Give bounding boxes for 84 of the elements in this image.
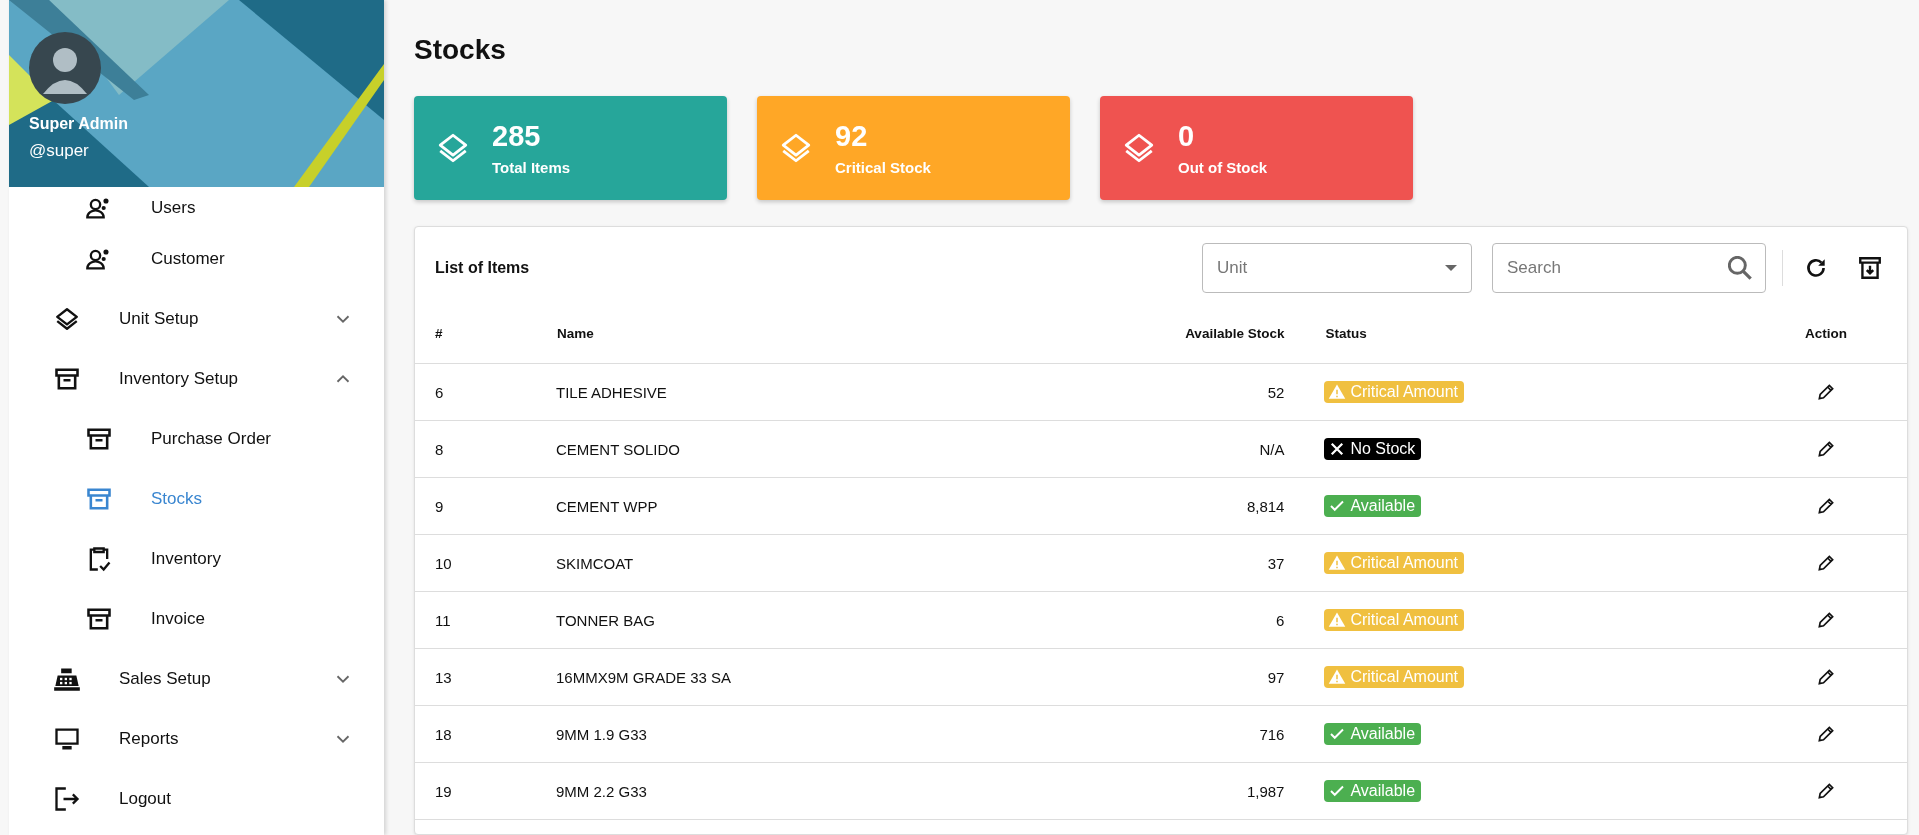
pencil-icon (1816, 609, 1836, 630)
table-cell: 37 (1267, 554, 1285, 572)
layers-icon (436, 131, 470, 165)
search-field[interactable]: Search (1492, 243, 1766, 293)
status-badge: No Stock (1324, 437, 1422, 460)
table-cell: 9 (435, 497, 444, 515)
sidebar-item[interactable]: Purchase Order (9, 409, 384, 469)
pencil-icon (1816, 495, 1836, 516)
table-cell: SKIMCOAT (556, 554, 634, 572)
warning-icon (1328, 610, 1347, 629)
card-value: 285 (492, 120, 542, 153)
table-cell: 13 (435, 668, 452, 686)
sidebar-item[interactable]: Users (9, 187, 384, 229)
table-cell: 6 (435, 383, 444, 401)
table-cell: 11 (435, 611, 451, 629)
table-cell: 9MM 2.2 G33 (556, 782, 647, 800)
card-label: Total Items (492, 159, 571, 176)
status-badge: Critical Amount (1324, 665, 1464, 688)
status-badge: Available (1324, 494, 1422, 517)
pencil-icon (1816, 438, 1836, 459)
pencil-icon (1816, 780, 1836, 801)
card-label: Critical Stock (835, 159, 931, 176)
table-cell: 8,814 (1246, 497, 1285, 515)
column-header: # (435, 325, 443, 341)
table-cell: 6 (1276, 611, 1285, 629)
page-title: Stocks (414, 34, 507, 66)
status-badge: Critical Amount (1324, 608, 1464, 631)
card-value: 92 (835, 120, 869, 153)
warning-icon (1328, 553, 1347, 572)
card-label: Out of Stock (1178, 159, 1268, 176)
sidebar-item[interactable]: Invoice (9, 589, 384, 649)
archive-box-icon (53, 365, 81, 393)
table-cell: 716 (1259, 725, 1285, 743)
archive-box-icon (85, 605, 113, 633)
card-value: 0 (1178, 120, 1196, 153)
logout-icon (53, 785, 81, 813)
pencil-icon (1816, 666, 1836, 687)
sidebar-item[interactable]: Stocks (9, 469, 384, 529)
table-cell: 1,987 (1246, 782, 1285, 800)
search-icon (1728, 256, 1752, 280)
dropdown-caret-icon (1445, 265, 1457, 271)
sidebar-item[interactable]: Logout (9, 769, 384, 829)
profile-name: Super Admin (29, 115, 129, 133)
table-cell: 9MM 1.9 G33 (556, 725, 647, 743)
table-cell: N/A (1259, 440, 1285, 458)
pencil-icon (1816, 381, 1836, 402)
archive-download-icon (1857, 255, 1883, 281)
sidebar-item[interactable]: Unit Setup (9, 289, 384, 349)
table-cell: 10 (435, 554, 452, 572)
table-cell: CEMENT WPP (556, 497, 658, 515)
table-cell: 19 (435, 782, 452, 800)
status-badge: Critical Amount (1324, 551, 1464, 574)
column-header: Name (557, 325, 594, 341)
unit-select[interactable]: Unit (1202, 243, 1472, 293)
layers-icon (1122, 131, 1156, 165)
warning-icon (1328, 382, 1347, 401)
table-cell: 8 (435, 440, 444, 458)
sidebar-item[interactable]: Inventory Setup (9, 349, 384, 409)
sidebar-item[interactable]: Sales Setup (9, 649, 384, 709)
table-cell: 18 (435, 725, 452, 743)
table-cell: 52 (1267, 383, 1285, 401)
table-cell: 97 (1267, 668, 1285, 686)
table-cell: 16MMX9M GRADE 33 SA (556, 668, 732, 686)
table-cell: TILE ADHESIVE (556, 383, 667, 401)
status-badge: Available (1324, 722, 1422, 745)
sidebar-item[interactable]: Inventory (9, 529, 384, 589)
column-header: Status (1325, 325, 1367, 341)
profile-handle: @super (29, 141, 90, 161)
archive-box-icon (85, 485, 113, 513)
table-cell: TONNER BAG (556, 611, 655, 629)
warning-icon (1328, 667, 1347, 686)
pencil-icon (1816, 552, 1836, 573)
status-badge: Available (1324, 779, 1422, 802)
sidebar-item[interactable]: Customer (9, 229, 384, 289)
layers-icon (54, 306, 80, 332)
column-header: Available Stock (1185, 325, 1285, 341)
layers-icon (779, 131, 813, 165)
status-badge: Critical Amount (1324, 380, 1464, 403)
column-header: Action (1805, 325, 1847, 341)
sidebar-item[interactable]: Reports (9, 709, 384, 769)
pencil-icon (1816, 723, 1836, 744)
panel-title: List of Items (435, 259, 531, 277)
table-cell: CEMENT SOLIDO (556, 440, 680, 458)
archive-box-icon (85, 425, 113, 453)
